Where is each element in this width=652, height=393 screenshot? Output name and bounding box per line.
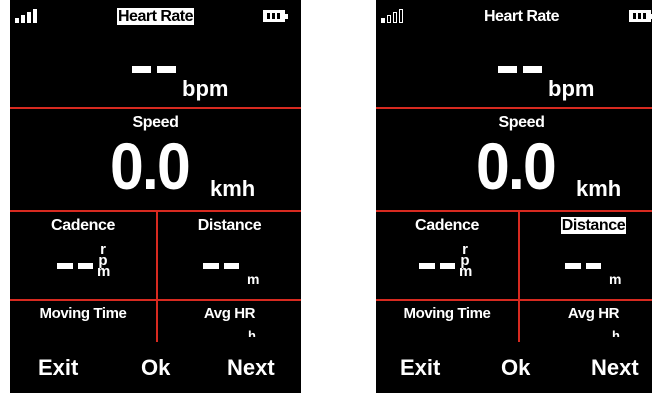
distance-label: Distance xyxy=(560,217,627,234)
cadence-value xyxy=(419,263,455,269)
speed-unit: kmh xyxy=(576,176,622,201)
distance-value xyxy=(203,263,239,269)
heart-rate-value xyxy=(498,66,542,73)
avg-hr-unit: h xyxy=(248,330,256,337)
ok-button[interactable]: Ok xyxy=(501,355,530,381)
device-screen-right: Heart Rate bpm Speed 0.0 kmh Cadence rpm… xyxy=(376,0,652,393)
ok-button[interactable]: Ok xyxy=(141,355,170,381)
heart-rate-value xyxy=(132,66,176,73)
device-screen-left: Heart Rate bpm Speed 0.0 kmh Cadence rpm… xyxy=(10,0,301,393)
distance-unit: m xyxy=(247,271,260,287)
moving-time-label: Moving Time xyxy=(39,305,127,322)
moving-time-label: Moving Time xyxy=(403,305,491,322)
divider xyxy=(10,107,301,109)
divider xyxy=(10,299,301,301)
battery-icon xyxy=(263,10,288,22)
speed-unit: kmh xyxy=(210,176,256,201)
page-title: Heart Rate xyxy=(483,8,560,25)
distance-label: Distance xyxy=(197,217,262,234)
avg-hr-label: Avg HR xyxy=(203,305,256,322)
speed-value: 0.0 xyxy=(110,129,191,203)
exit-button[interactable]: Exit xyxy=(38,355,78,381)
heart-rate-unit: bpm xyxy=(182,76,229,101)
cadence-unit: rpm xyxy=(97,241,111,280)
distance-unit: m xyxy=(609,271,622,287)
next-button[interactable]: Next xyxy=(227,355,275,381)
cadence-value xyxy=(57,263,93,269)
divider xyxy=(376,299,652,301)
divider xyxy=(376,210,652,212)
heart-rate-unit: bpm xyxy=(548,76,595,101)
cadence-label: Cadence xyxy=(415,217,479,234)
avg-hr-label: Avg HR xyxy=(567,305,620,322)
exit-button[interactable]: Exit xyxy=(400,355,440,381)
page-title: Heart Rate xyxy=(116,8,195,25)
distance-value xyxy=(565,263,601,269)
speed-value: 0.0 xyxy=(476,129,557,203)
avg-hr-unit: h xyxy=(612,330,620,337)
cadence-label: Cadence xyxy=(51,217,115,234)
cadence-unit: rpm xyxy=(459,241,473,280)
next-button[interactable]: Next xyxy=(591,355,639,381)
divider xyxy=(376,107,652,109)
battery-icon xyxy=(629,10,652,22)
